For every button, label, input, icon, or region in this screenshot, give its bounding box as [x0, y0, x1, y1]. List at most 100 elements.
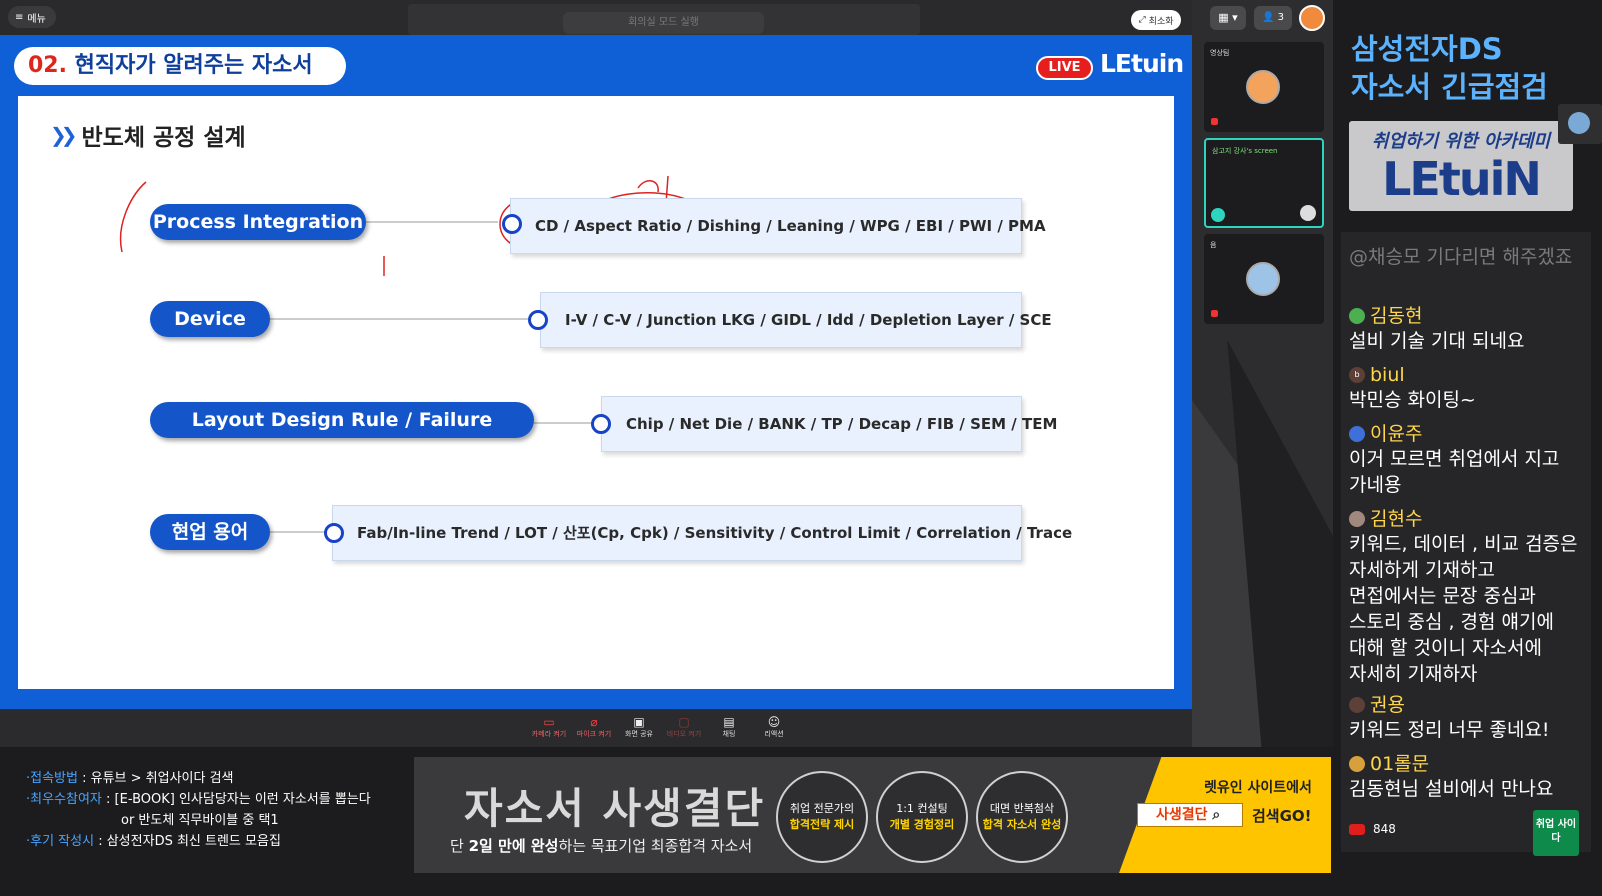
- slide-number: 02.: [28, 53, 67, 78]
- video-label: 비디오 켜기: [666, 730, 702, 738]
- corner-logo: 취업 사이다: [1533, 810, 1579, 856]
- mic-label: 마이크 켜기: [576, 730, 612, 738]
- avatar: b: [1349, 367, 1365, 383]
- participants-panel: ▦ ▾ 👤 3 영상팀 삼고지 강사's screen 음: [1192, 0, 1333, 747]
- participant-tile-screen[interactable]: 삼고지 강사's screen: [1204, 138, 1324, 228]
- banner-circle-feedback: 대면 반복첨삭 합격 자소서 완성: [976, 771, 1068, 863]
- people-icon: 👤: [1261, 12, 1275, 23]
- video-icon: ▢: [678, 715, 690, 729]
- camera-off-icon: ▭: [543, 715, 555, 729]
- avatar: [1349, 426, 1365, 442]
- video-button[interactable]: ▢ 비디오 켜기: [664, 715, 704, 739]
- slide-content: ❯❯ 반도체 공정 설계 Process Integration CD / As…: [18, 96, 1174, 689]
- layout-toggle-button[interactable]: ▦ ▾: [1210, 6, 1246, 30]
- menu-label: 메뉴: [27, 13, 46, 25]
- participant-name: 삼고지 강사's screen: [1212, 147, 1278, 155]
- shared-screen-slide: 02. 현직자가 알려주는 자소서 LIVE LEtuin ❯❯ 반도체 공정 …: [0, 35, 1192, 709]
- avatar: [1246, 262, 1280, 296]
- participant-name: 음: [1210, 241, 1217, 249]
- smiley-icon: ☺: [767, 715, 781, 729]
- avatar: [1349, 511, 1365, 527]
- connector-lines: [119, 175, 851, 533]
- mic-muted-icon: [1211, 310, 1218, 317]
- chat-label: 채팅: [722, 730, 736, 738]
- chat-message: 이윤주 이거 모르면 취업에서 지고 가네용: [1349, 422, 1587, 498]
- chat-panel-title: 삼성전자DS 자소서 긴급점검: [1351, 32, 1548, 104]
- connector-dot: [591, 414, 611, 434]
- chat-author: 이윤주: [1370, 423, 1423, 445]
- row-pill-process-integration: Process Integration: [150, 204, 366, 240]
- avatar: [1246, 70, 1280, 104]
- row-detail-process-integration: CD / Aspect Ratio / Dishing / Leaning / …: [510, 198, 1046, 254]
- connector-dot: [528, 310, 548, 330]
- row-detail-field-terms: Fab/In-line Trend / LOT / 산포(Cp, Cpk) / …: [332, 505, 1072, 561]
- chat-message-list[interactable]: @채승모 기다리면 해주겠죠 김동현 설비 기술 기대 되네요 b biul 박민…: [1341, 232, 1591, 852]
- participant-tile[interactable]: 영상팀: [1204, 42, 1324, 132]
- menu-button[interactable]: ≡ 메뉴: [8, 6, 56, 28]
- camera-toggle-button[interactable]: ▭ 카메라 켜기: [529, 715, 569, 739]
- connector-dot: [324, 523, 344, 543]
- hamburger-icon: ≡: [15, 11, 24, 23]
- minimize-button[interactable]: ⤢ 최소화: [1131, 10, 1181, 30]
- mic-toggle-button[interactable]: ⌀ 마이크 켜기: [574, 715, 614, 739]
- live-chat-panel: 삼성전자DS 자소서 긴급점검 취업하기 위한 아카데미 LEtuiN @채승모…: [1333, 0, 1602, 896]
- chat-message: b biul 박민승 화이팅~: [1349, 363, 1587, 413]
- floating-avatar[interactable]: [1558, 104, 1602, 144]
- academy-logo: LEtuiN: [1382, 152, 1542, 206]
- chat-button[interactable]: ▤ 채팅: [709, 715, 749, 739]
- academy-tagline: 취업하기 위한 아카데미: [1371, 131, 1551, 152]
- chat-text: 이거 모르면 취업에서 지고 가네용: [1349, 448, 1560, 496]
- info-access: ·접속방법 : 유튜브 > 취업사이다 검색: [26, 771, 234, 786]
- chat-author: biul: [1370, 364, 1405, 386]
- screen-share-icon: ▣: [633, 715, 645, 729]
- row-detail-layout-design-rule: Chip / Net Die / BANK / TP / Decap / FIB…: [601, 396, 1057, 452]
- avatar: [1349, 308, 1365, 324]
- meeting-toolbar: ▭ 카메라 켜기 ⌀ 마이크 켜기 ▣ 화면 공유 ▢ 비디오 켜기 ▤ 채팅 ☺ 리액션: [0, 709, 1192, 747]
- info-review: ·후기 작성시 : 삼성전자DS 최신 트렌드 모음집: [26, 834, 281, 849]
- chat-author: 01롤문: [1370, 753, 1430, 775]
- banner-cta-label: 렛유인 사이트에서: [1204, 780, 1312, 796]
- mic-off-icon: ⌀: [590, 715, 598, 729]
- self-avatar[interactable]: [1299, 5, 1325, 31]
- chat-message: 김동현 설비 기술 기대 되네요: [1349, 304, 1587, 354]
- user-icon: [1568, 112, 1590, 134]
- slide-title: 02. 현직자가 알려주는 자소서: [14, 47, 346, 85]
- chat-text: 박민승 화이팅~: [1349, 389, 1476, 411]
- chat-message: 김현수 키워드, 데이터 , 비교 검증은 자세하게 기재하고 면접에서는 문장…: [1349, 507, 1587, 687]
- banner-subtitle: 단 2일 만에 완성하는 목표기업 최종합격 자소서: [450, 837, 753, 855]
- banner-circle-strategy: 취업 전문가의 합격전략 제시: [776, 771, 868, 863]
- zoom-webinar-window: ≡ 메뉴 회의실 모드 실행 ⤢ 최소화 02. 현직자가 알려주는 자소서 L…: [0, 0, 1602, 896]
- chat-text: 키워드, 데이터 , 비교 검증은 자세하게 기재하고 면접에서는 문장 중심과…: [1349, 533, 1578, 685]
- chat-text: 김동현님 설비에서 만나요: [1349, 778, 1554, 800]
- share-screen-button[interactable]: ▣ 화면 공유: [619, 715, 659, 739]
- chat-author: 김동현: [1370, 305, 1423, 327]
- chat-text: 설비 기술 기대 되네요: [1349, 330, 1525, 352]
- annotation-stroke: [119, 181, 147, 253]
- participant-tile[interactable]: 음: [1204, 234, 1324, 324]
- reaction-button[interactable]: ☺ 리액션: [754, 715, 794, 739]
- connector-dot: [502, 214, 522, 234]
- academy-logo-card: 취업하기 위한 아카데미 LEtuiN: [1349, 121, 1573, 211]
- chat-message: 01롤문 김동현님 설비에서 만나요: [1349, 752, 1587, 802]
- chat-author: 권용: [1370, 694, 1405, 716]
- meeting-mode-label[interactable]: 회의실 모드 실행: [563, 12, 764, 34]
- banner-circle-consulting: 1:1 컨설팅 개별 경험정리: [876, 771, 968, 863]
- info-top-participant: ·최우수참여자 : [E-BOOK] 인사담당자는 이런 자소서를 뽑는다: [26, 792, 371, 807]
- promo-banner[interactable]: 자소서 사생결단 단 2일 만에 완성하는 목표기업 최종합격 자소서 취업 전…: [414, 757, 1331, 873]
- participant-name: 영상팀: [1210, 49, 1230, 57]
- chat-message: 권용 키워드 정리 너무 좋네요!: [1349, 693, 1587, 743]
- banner-search-box[interactable]: 사생결단 ⌕: [1137, 803, 1243, 827]
- row-pill-device: Device: [150, 301, 270, 337]
- avatar: [1349, 697, 1365, 713]
- participant-count-button[interactable]: 👤 3: [1254, 6, 1292, 30]
- speaking-icon: [1211, 208, 1225, 222]
- minimize-label: 최소화: [1148, 16, 1174, 27]
- chat-icon: ▤: [723, 715, 735, 729]
- info-top-participant-alt: or 반도체 직무바이블 중 택1: [121, 813, 279, 828]
- mic-muted-icon: [1211, 118, 1218, 125]
- camera-label: 카메라 켜기: [531, 730, 567, 738]
- row-pill-field-terms: 현업 용어: [150, 514, 270, 550]
- reaction-label: 리액션: [764, 730, 784, 738]
- youtube-icon: [1349, 823, 1365, 835]
- slide-title-text: 현직자가 알려주는 자소서: [66, 53, 313, 78]
